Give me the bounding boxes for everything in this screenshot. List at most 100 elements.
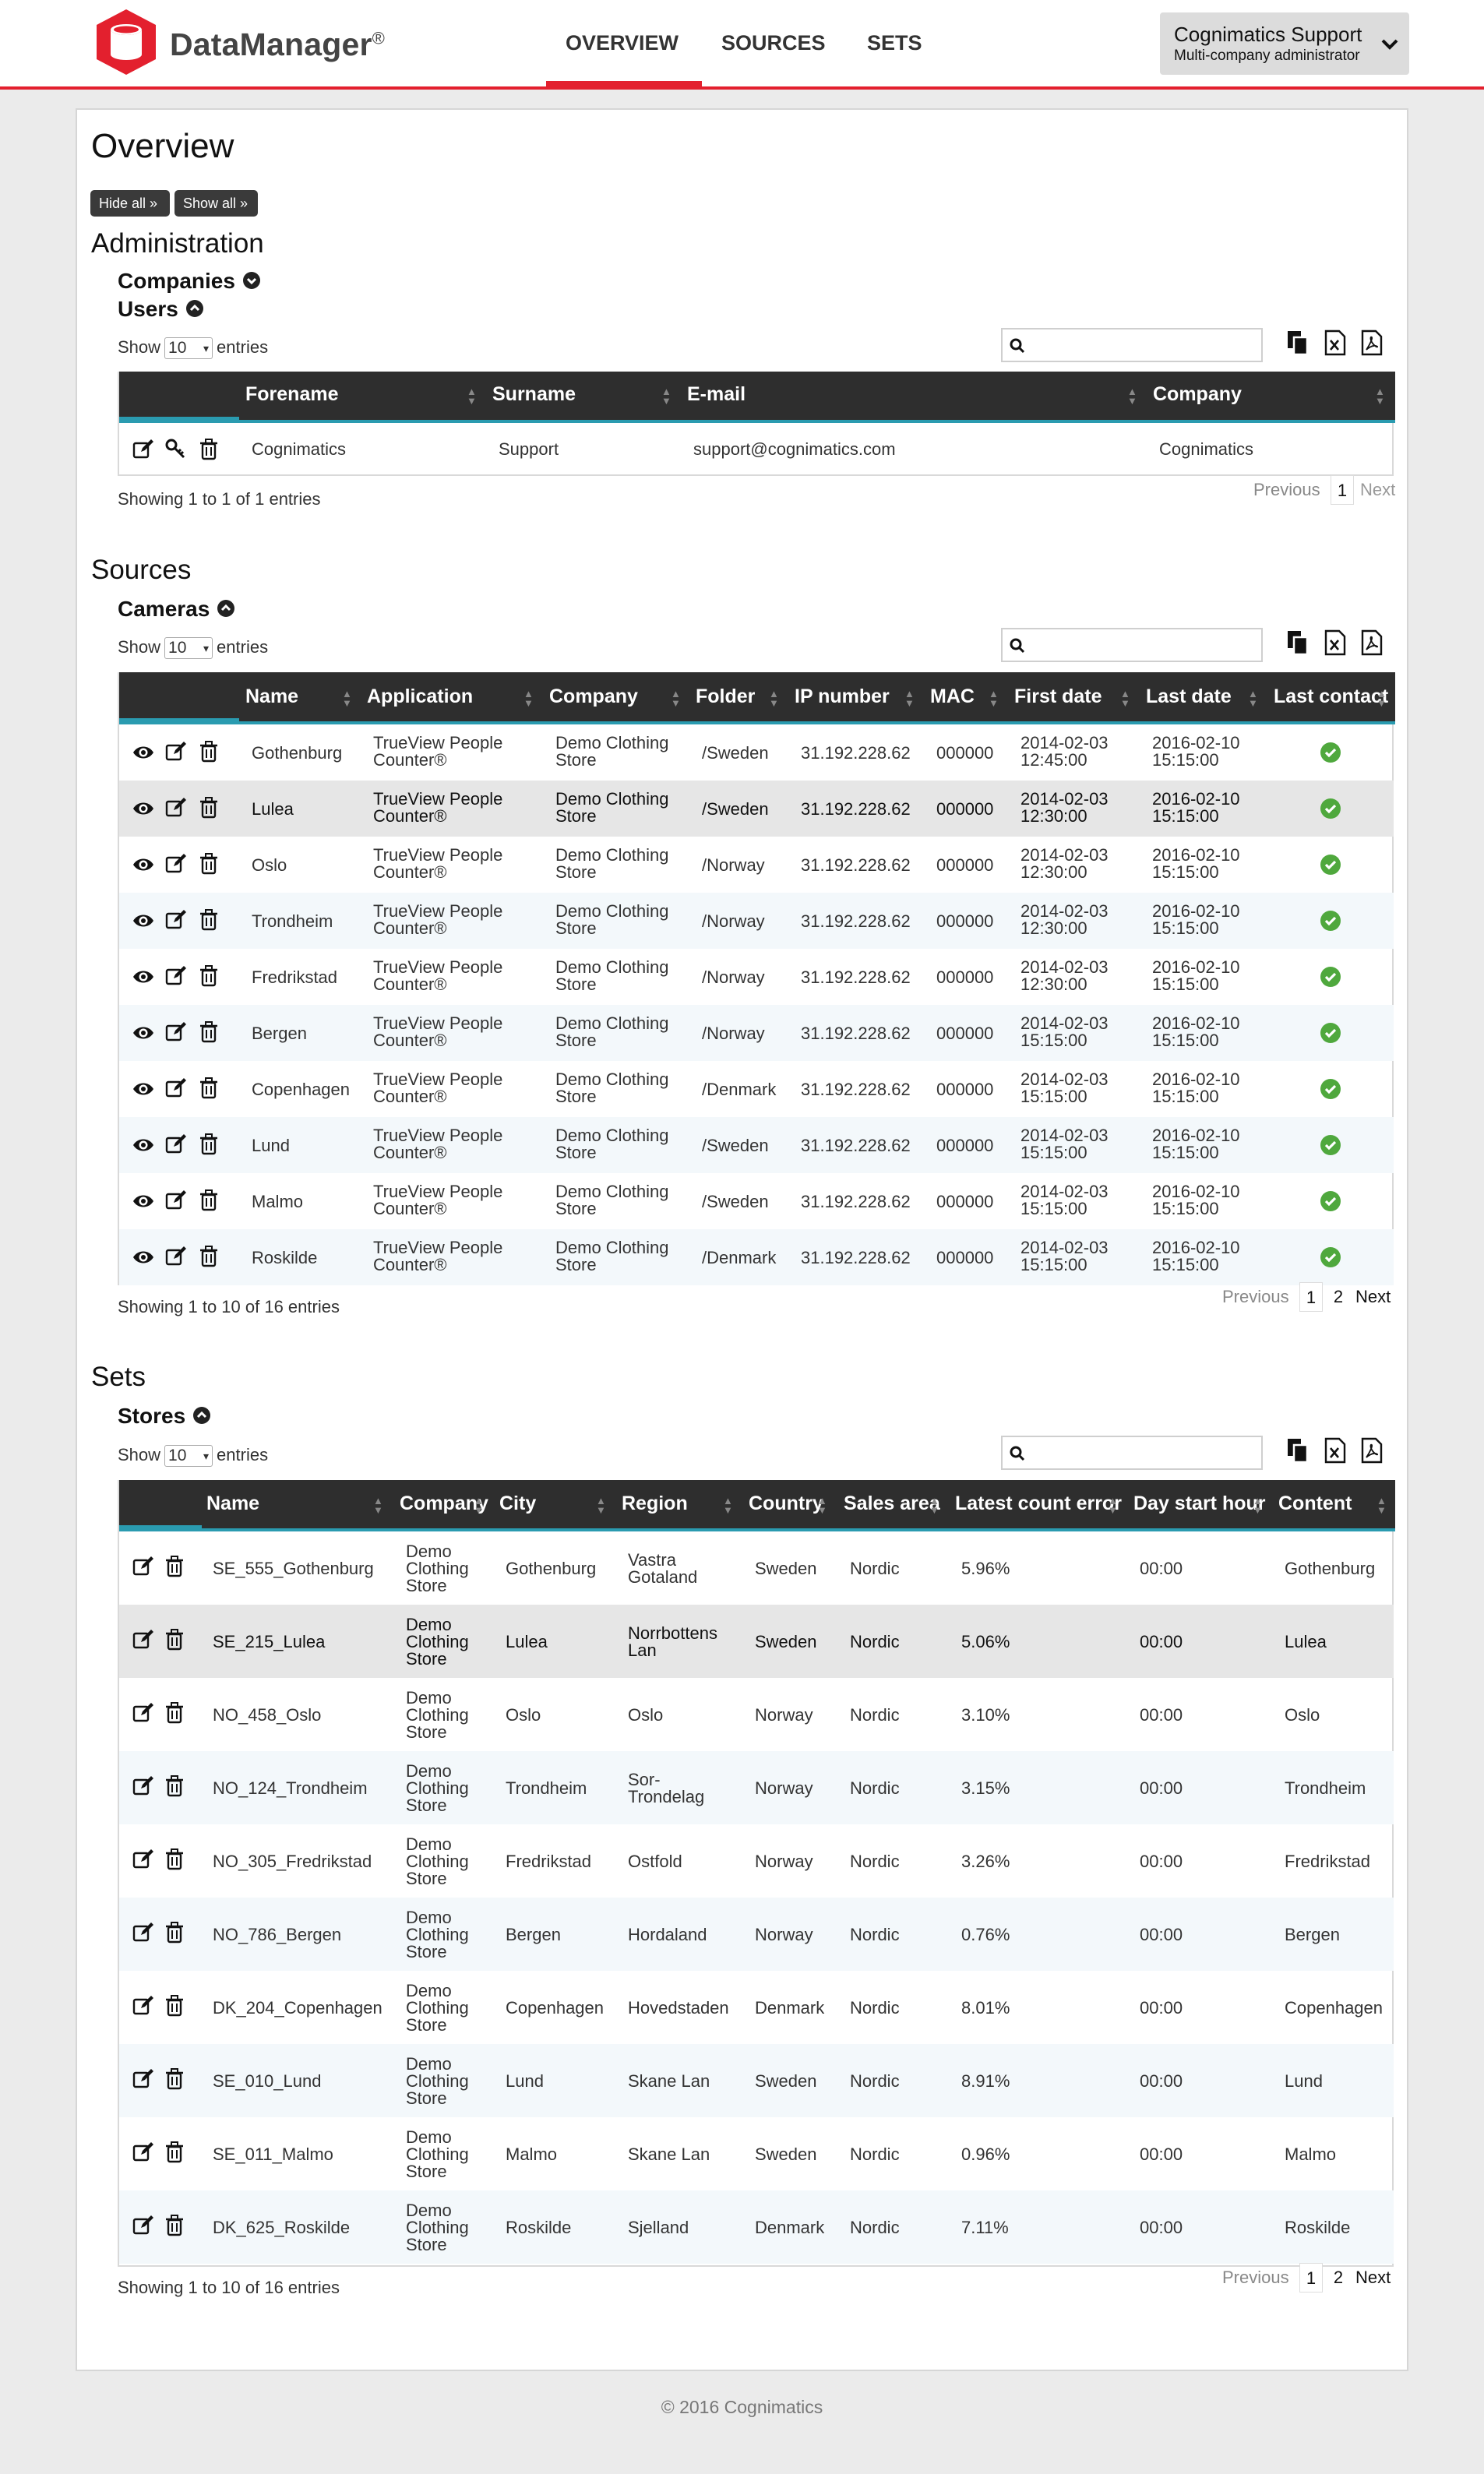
view-icon[interactable] — [132, 741, 155, 764]
view-icon[interactable] — [132, 1133, 155, 1157]
column-header-email[interactable]: E-mail — [687, 383, 746, 406]
page-button-1[interactable]: 1 — [1299, 1282, 1323, 1312]
view-icon[interactable] — [132, 1021, 155, 1045]
column-header-company[interactable]: Company — [1153, 383, 1242, 406]
trash-icon[interactable] — [197, 908, 220, 932]
stores-toggle[interactable]: Stores — [118, 1404, 211, 1429]
edit-icon[interactable] — [164, 1245, 188, 1268]
previous-page-button[interactable]: Previous — [1222, 1282, 1289, 1312]
edit-icon[interactable] — [132, 1628, 155, 1651]
edit-icon[interactable] — [132, 2214, 155, 2237]
view-icon[interactable] — [132, 1189, 155, 1213]
trash-icon[interactable] — [163, 1555, 186, 1578]
column-header-content[interactable]: Content — [1278, 1493, 1352, 1515]
cameras-toggle[interactable]: Cameras — [118, 597, 235, 622]
edit-icon[interactable] — [164, 796, 188, 819]
edit-icon[interactable] — [164, 1077, 188, 1100]
users-page-size-select[interactable]: 10 — [164, 337, 213, 360]
edit-icon[interactable] — [132, 1921, 155, 1944]
column-header-company[interactable]: Company — [549, 685, 638, 708]
column-header-last-date[interactable]: Last date — [1146, 685, 1232, 708]
key-icon[interactable] — [164, 438, 188, 461]
next-page-button[interactable]: Next — [1360, 475, 1395, 505]
column-header-region[interactable]: Region — [622, 1493, 688, 1515]
trash-icon[interactable] — [197, 1245, 220, 1268]
nav-tab-overview[interactable]: OVERVIEW — [566, 31, 679, 55]
trash-icon[interactable] — [197, 852, 220, 876]
trash-icon[interactable] — [197, 1077, 220, 1100]
trash-icon[interactable] — [163, 2067, 186, 2091]
view-icon[interactable] — [132, 853, 155, 876]
hide-all-button[interactable]: Hide all » — [90, 190, 170, 217]
trash-icon[interactable] — [163, 1628, 186, 1651]
trash-icon[interactable] — [197, 1133, 220, 1156]
edit-icon[interactable] — [164, 1020, 188, 1044]
edit-icon[interactable] — [132, 2067, 155, 2091]
edit-icon[interactable] — [132, 1555, 155, 1578]
column-header-city[interactable]: City — [499, 1493, 536, 1515]
view-icon[interactable] — [132, 909, 155, 932]
edit-icon[interactable] — [164, 740, 188, 763]
edit-icon[interactable] — [132, 2141, 155, 2164]
edit-icon[interactable] — [132, 1994, 155, 2018]
users-toggle[interactable]: Users — [118, 297, 203, 322]
edit-icon[interactable] — [132, 1848, 155, 1871]
page-button-1[interactable]: 1 — [1331, 475, 1354, 505]
nav-tab-sets[interactable]: SETS — [867, 31, 922, 55]
column-header-name[interactable]: Name — [206, 1493, 259, 1515]
excel-icon[interactable] — [1324, 1437, 1347, 1464]
trash-icon[interactable] — [197, 964, 220, 988]
column-header-sales-area[interactable]: Sales area — [844, 1493, 940, 1515]
copy-icon[interactable] — [1286, 629, 1310, 656]
column-header-day-start-hour[interactable]: Day start hour — [1133, 1493, 1265, 1515]
view-icon[interactable] — [132, 1246, 155, 1269]
page-button-2[interactable]: 2 — [1327, 1282, 1349, 1312]
column-header-application[interactable]: Application — [367, 685, 473, 708]
stores-page-size-select[interactable]: 10 — [164, 1445, 213, 1468]
edit-icon[interactable] — [132, 438, 155, 461]
companies-toggle[interactable]: Companies — [118, 269, 260, 294]
excel-icon[interactable] — [1324, 330, 1347, 356]
trash-icon[interactable] — [197, 796, 220, 819]
page-button-1[interactable]: 1 — [1299, 2263, 1323, 2293]
edit-icon[interactable] — [132, 1774, 155, 1798]
column-header-country[interactable]: Country — [749, 1493, 823, 1515]
edit-icon[interactable] — [164, 852, 188, 876]
previous-page-button[interactable]: Previous — [1222, 2263, 1289, 2293]
column-header-name[interactable]: Name — [245, 685, 298, 708]
cameras-page-size-select[interactable]: 10 — [164, 637, 213, 660]
trash-icon[interactable] — [163, 2214, 186, 2237]
show-all-button[interactable]: Show all » — [174, 190, 258, 217]
column-header-ip-number[interactable]: IP number — [795, 685, 890, 708]
user-menu[interactable]: Cognimatics Support Multi-company admini… — [1160, 12, 1409, 75]
next-page-button[interactable]: Next — [1355, 2263, 1391, 2293]
column-header-first-date[interactable]: First date — [1014, 685, 1102, 708]
trash-icon[interactable] — [163, 1994, 186, 2018]
page-button-2[interactable]: 2 — [1327, 2263, 1349, 2293]
column-header-latest-count-error[interactable]: Latest count error — [955, 1493, 1122, 1515]
trash-icon[interactable] — [163, 1921, 186, 1944]
column-header-mac[interactable]: MAC — [930, 685, 975, 708]
trash-icon[interactable] — [163, 1774, 186, 1798]
trash-icon[interactable] — [163, 1701, 186, 1725]
copy-icon[interactable] — [1286, 330, 1310, 356]
edit-icon[interactable] — [164, 1133, 188, 1156]
excel-icon[interactable] — [1324, 629, 1347, 656]
pdf-icon[interactable] — [1360, 1437, 1384, 1464]
edit-icon[interactable] — [164, 1189, 188, 1212]
trash-icon[interactable] — [197, 438, 220, 461]
users-search-input[interactable] — [1001, 328, 1263, 362]
edit-icon[interactable] — [164, 964, 188, 988]
trash-icon[interactable] — [197, 1020, 220, 1044]
column-header-folder[interactable]: Folder — [696, 685, 755, 708]
pdf-icon[interactable] — [1360, 330, 1384, 356]
pdf-icon[interactable] — [1360, 629, 1384, 656]
view-icon[interactable] — [132, 797, 155, 820]
trash-icon[interactable] — [163, 2141, 186, 2164]
edit-icon[interactable] — [132, 1701, 155, 1725]
copy-icon[interactable] — [1286, 1437, 1310, 1464]
view-icon[interactable] — [132, 1077, 155, 1101]
trash-icon[interactable] — [163, 1848, 186, 1871]
column-header-surname[interactable]: Surname — [492, 383, 576, 406]
edit-icon[interactable] — [164, 908, 188, 932]
